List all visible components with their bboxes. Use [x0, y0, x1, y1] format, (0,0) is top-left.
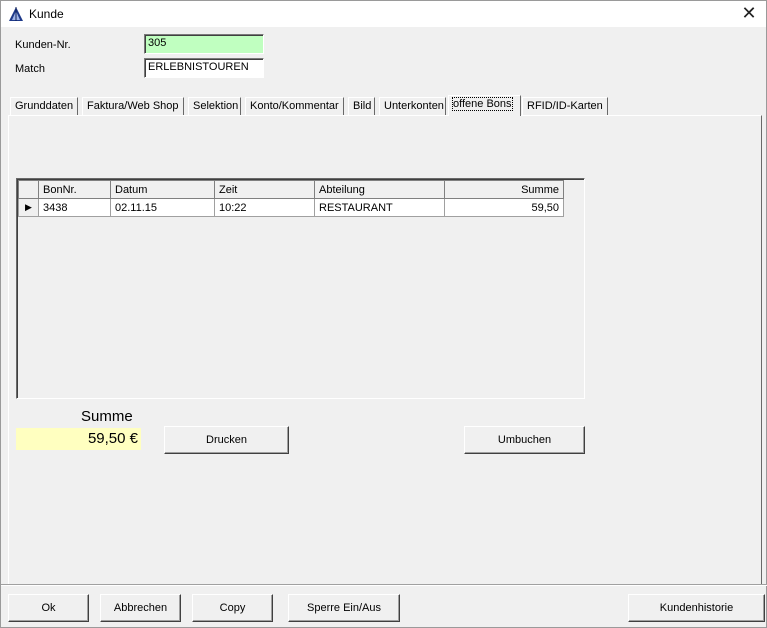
customer-history-button-label: Kundenhistorie [659, 602, 734, 614]
sum-label: Summe [81, 408, 133, 425]
title-bar: Kunde ✕ [0, 0, 767, 27]
lock-toggle-button-label: Sperre Ein/Aus [307, 602, 381, 614]
column-header-zeit[interactable]: Zeit [214, 180, 315, 199]
customer-number-field[interactable]: 305 [144, 34, 264, 54]
row-selector-icon[interactable]: ▶ [18, 198, 39, 217]
tab-grunddaten[interactable]: Grunddaten [10, 97, 78, 115]
grid-header-row: BonNr. Datum Zeit Abteilung Summe [18, 180, 564, 199]
open-bons-table: BonNr. Datum Zeit Abteilung Summe ▶ 3438… [18, 180, 564, 217]
cell-summe[interactable]: 59,50 [444, 198, 564, 217]
cancel-button-label: Abbrechen [113, 602, 168, 614]
window-title: Kunde [29, 7, 64, 21]
footer-separator [1, 584, 767, 586]
ok-button[interactable]: Ok [8, 594, 89, 622]
column-header-summe[interactable]: Summe [444, 180, 564, 199]
print-button-label: Drucken [206, 434, 247, 446]
lock-toggle-button[interactable]: Sperre Ein/Aus [288, 594, 400, 622]
copy-button-label: Copy [219, 602, 246, 614]
match-field[interactable]: ERLEBNISTOUREN [144, 58, 264, 78]
open-bons-grid[interactable]: BonNr. Datum Zeit Abteilung Summe ▶ 3438… [16, 178, 585, 399]
cell-datum[interactable]: 02.11.15 [110, 198, 215, 217]
match-label: Match [15, 63, 45, 75]
table-row[interactable]: ▶ 3438 02.11.15 10:22 RESTAURANT 59,50 [18, 198, 564, 217]
tab-faktura-web-shop[interactable]: Faktura/Web Shop [82, 97, 184, 115]
cancel-button[interactable]: Abbrechen [100, 594, 181, 622]
column-header-bonnr[interactable]: BonNr. [38, 180, 111, 199]
app-logo-icon [9, 7, 23, 21]
row-indicator-header [18, 180, 39, 199]
customer-history-button[interactable]: Kundenhistorie [628, 594, 765, 622]
rebook-button[interactable]: Umbuchen [464, 426, 585, 454]
copy-button[interactable]: Copy [192, 594, 273, 622]
cell-abteilung[interactable]: RESTAURANT [314, 198, 445, 217]
window-body: Kunden-Nr. 305 Match ERLEBNISTOUREN Grun… [0, 27, 767, 628]
close-icon[interactable]: ✕ [732, 1, 766, 27]
tab-offene-bons[interactable]: offene Bons [448, 95, 521, 116]
rebook-button-label: Umbuchen [497, 434, 552, 446]
cell-bonnr[interactable]: 3438 [38, 198, 111, 217]
cell-zeit[interactable]: 10:22 [214, 198, 315, 217]
column-header-datum[interactable]: Datum [110, 180, 215, 199]
tab-selektion[interactable]: Selektion [188, 97, 241, 115]
tab-rfid-id-karten[interactable]: RFID/ID-Karten [522, 97, 608, 115]
customer-number-label: Kunden-Nr. [15, 39, 71, 51]
ok-button-label: Ok [41, 602, 56, 614]
tab-bild[interactable]: Bild [348, 97, 375, 115]
tab-unterkonten[interactable]: Unterkonten [379, 97, 446, 115]
sum-value: 59,50 € [16, 428, 141, 450]
print-button[interactable]: Drucken [164, 426, 289, 454]
tab-konto-kommentar[interactable]: Konto/Kommentar [245, 97, 344, 115]
column-header-abteilung[interactable]: Abteilung [314, 180, 445, 199]
